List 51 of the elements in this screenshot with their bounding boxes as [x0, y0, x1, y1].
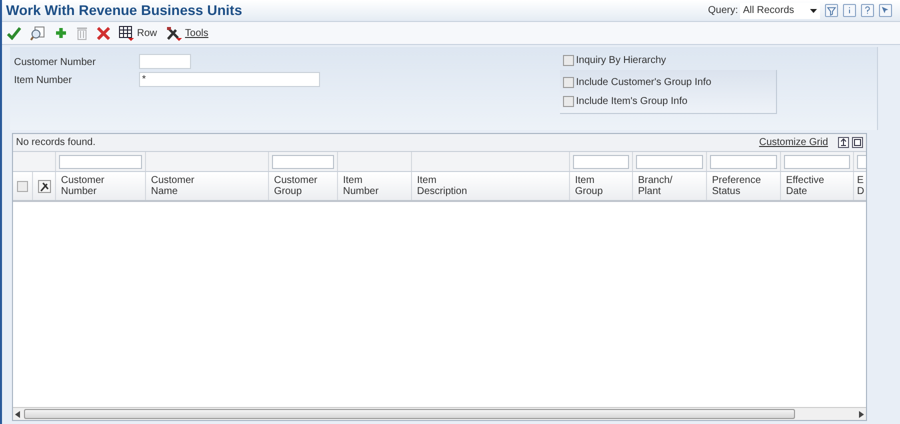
- checkbox[interactable]: [563, 76, 574, 88]
- plus-icon[interactable]: [55, 27, 67, 39]
- scroll-right-icon[interactable]: [858, 410, 864, 418]
- window-title: Work With Revenue Business Units: [6, 1, 242, 20]
- filter-field[interactable]: [272, 154, 334, 168]
- export-icon[interactable]: [838, 137, 849, 148]
- checkbox-label: Inquiry By Hierarchy: [576, 54, 666, 68]
- query-dropdown[interactable]: All Records: [740, 2, 820, 18]
- horizontal-scrollbar[interactable]: [13, 407, 866, 420]
- info-icon[interactable]: [843, 4, 856, 17]
- column-header[interactable]: Effective Date: [786, 175, 824, 197]
- tools-icon: [166, 26, 182, 40]
- column-header[interactable]: Branch/ Plant: [638, 175, 672, 197]
- maximize-icon[interactable]: [852, 137, 863, 148]
- filter-field[interactable]: [59, 154, 142, 168]
- field-label: Customer Number: [14, 56, 97, 70]
- column-header[interactable]: Item Group: [575, 175, 603, 197]
- column-header[interactable]: Preference Status: [712, 175, 761, 197]
- column-header[interactable]: E D: [857, 175, 864, 197]
- scroll-left-icon[interactable]: [15, 410, 21, 418]
- checkbox[interactable]: [563, 96, 574, 106]
- filter-field[interactable]: [636, 154, 703, 168]
- column-header[interactable]: Customer Name: [151, 175, 194, 197]
- column-settings-icon[interactable]: [38, 180, 50, 192]
- tools-menu[interactable]: Tools: [166, 26, 208, 40]
- column-header[interactable]: Customer Group: [274, 175, 318, 197]
- close-icon[interactable]: [97, 26, 110, 40]
- input-field[interactable]: [139, 54, 191, 69]
- checkbox[interactable]: [563, 54, 574, 66]
- input-field[interactable]: *: [139, 72, 320, 87]
- filter-field[interactable]: [573, 154, 629, 168]
- filter-field[interactable]: [710, 154, 777, 168]
- table-icon: [119, 26, 134, 40]
- query-label: Query:: [708, 4, 738, 18]
- filter-field[interactable]: [784, 154, 850, 168]
- column-header[interactable]: Item Number: [343, 175, 379, 197]
- row-menu[interactable]: Row: [119, 26, 158, 40]
- search-icon[interactable]: [30, 26, 46, 40]
- context-help-icon[interactable]: [879, 4, 892, 17]
- select-all-checkbox[interactable]: [17, 180, 28, 192]
- column-header[interactable]: Customer Number: [61, 175, 104, 197]
- help-icon[interactable]: [861, 4, 874, 17]
- customize-grid-link[interactable]: Customize Grid: [759, 135, 828, 150]
- filter-icon[interactable]: [825, 4, 838, 17]
- column-header[interactable]: Item Description: [417, 175, 468, 197]
- status-message: No records found.: [16, 136, 96, 150]
- checkbox-label: Include Item's Group Info: [576, 94, 688, 108]
- checkmark-icon[interactable]: [7, 26, 21, 40]
- field-label: Item Number: [14, 74, 73, 88]
- caret-icon: [810, 8, 817, 12]
- checkbox-label: Include Customer's Group Info: [576, 76, 712, 90]
